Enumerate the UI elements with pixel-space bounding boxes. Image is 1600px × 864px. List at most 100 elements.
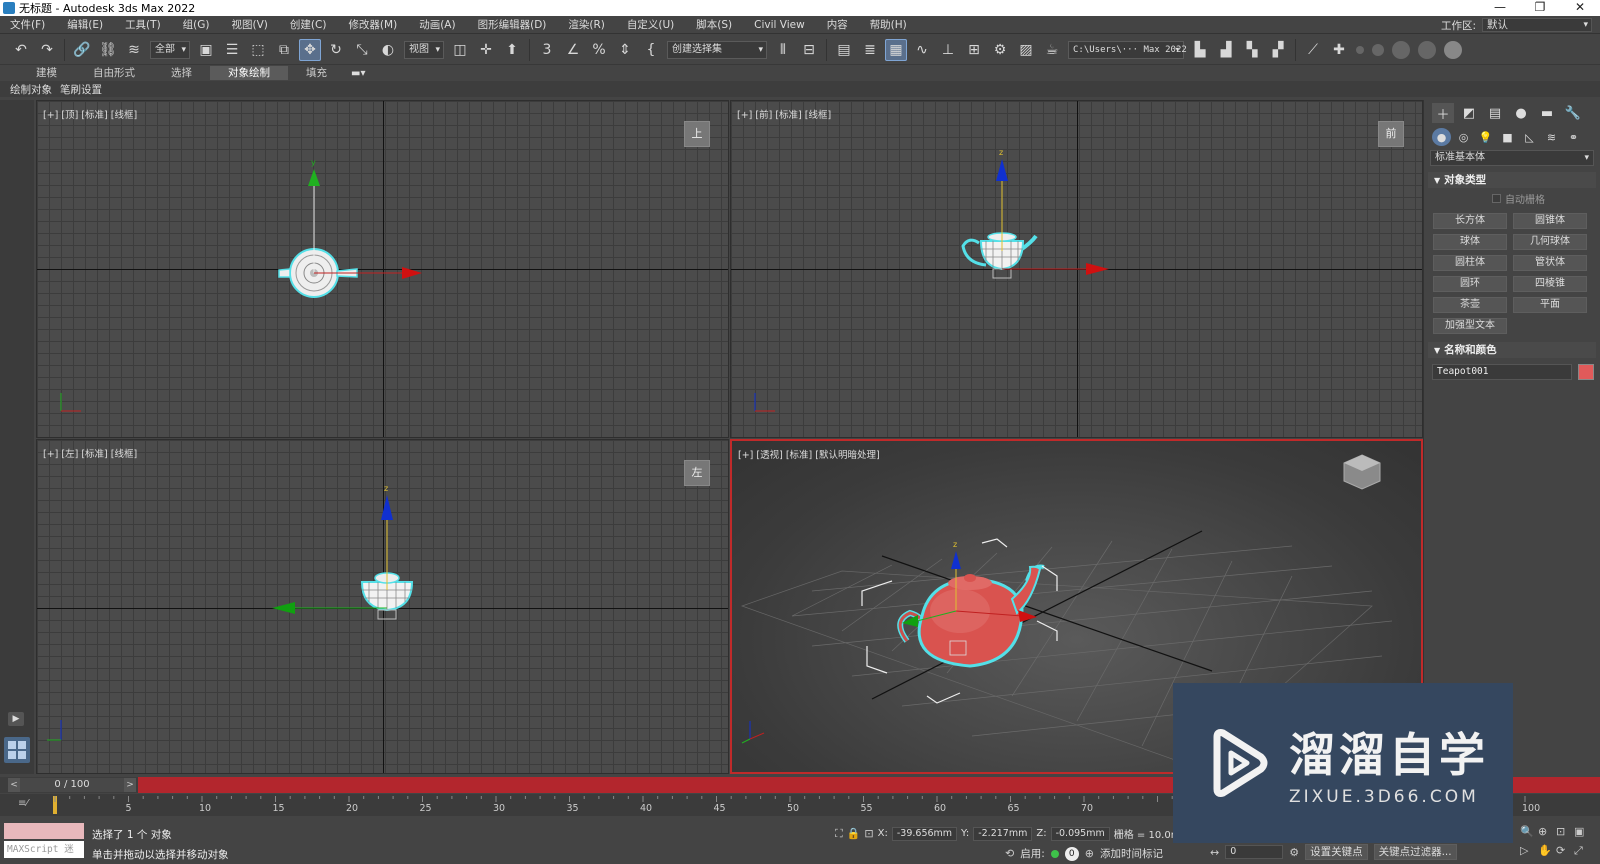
paint-objects-label[interactable]: 绘制对象 bbox=[10, 82, 52, 97]
menu-create[interactable]: 创建(C) bbox=[279, 17, 338, 32]
selection-filter-dropdown[interactable]: 全部 bbox=[150, 40, 190, 59]
object-color-swatch[interactable] bbox=[1578, 364, 1594, 380]
cameras-icon[interactable]: ■ bbox=[1498, 128, 1517, 146]
object-type-rollout[interactable]: ▼ 对象类型 bbox=[1428, 172, 1596, 188]
zero-badge-icon[interactable]: 0 bbox=[1064, 846, 1079, 861]
select-by-name-icon[interactable]: ☰ bbox=[221, 39, 243, 61]
close-button[interactable]: ✕ bbox=[1560, 0, 1600, 16]
workspace-dropdown[interactable]: 默认 bbox=[1482, 18, 1592, 32]
y-coordinate-field[interactable]: -2.217mm bbox=[973, 826, 1033, 841]
shapes-icon[interactable]: ◎ bbox=[1454, 128, 1473, 146]
orbit-icon[interactable]: ⟳ bbox=[1556, 844, 1574, 858]
new-project-icon[interactable]: ▟ bbox=[1215, 39, 1237, 61]
menu-civil-view[interactable]: Civil View bbox=[743, 19, 816, 31]
render-production-icon[interactable]: ☕ bbox=[1041, 39, 1063, 61]
schematic-view-icon[interactable]: ⊥ bbox=[937, 39, 959, 61]
space-warps-icon[interactable]: ≋ bbox=[1542, 128, 1561, 146]
cylinder-button[interactable]: 圆柱体 bbox=[1433, 255, 1507, 271]
grid-plus-icon[interactable]: ✚ bbox=[1328, 39, 1350, 61]
spinner-snap-icon[interactable]: ⇕ bbox=[614, 39, 636, 61]
autogrid-option[interactable]: 自动栅格 bbox=[1424, 188, 1600, 209]
rect-selection-region-icon[interactable]: ⬚ bbox=[247, 39, 269, 61]
curve-editor-icon[interactable]: ∿ bbox=[911, 39, 933, 61]
tab-modeling[interactable]: 建模 bbox=[18, 66, 75, 80]
keyboard-shortcut-override-icon[interactable]: ⬆ bbox=[501, 39, 523, 61]
time-slider-handle[interactable]: < 0 / 100 > bbox=[8, 778, 136, 792]
autogrid-checkbox[interactable] bbox=[1492, 194, 1501, 203]
field-of-view-icon[interactable]: ▷ bbox=[1520, 844, 1538, 858]
helpers-icon[interactable]: ◺ bbox=[1520, 128, 1539, 146]
motion-tab-icon[interactable]: ● bbox=[1510, 103, 1532, 123]
project-path-dropdown[interactable]: C:\Users\··· Max 2022 bbox=[1068, 40, 1187, 59]
sphere-button[interactable]: 球体 bbox=[1433, 234, 1507, 250]
viewport-left[interactable]: [+] [左] [标准] [线框] 左 z bbox=[36, 439, 729, 774]
named-selection-dropdown[interactable]: 创建选择集 bbox=[667, 40, 767, 59]
z-coordinate-field[interactable]: -0.095mm bbox=[1050, 826, 1110, 841]
isolate-selection-icon[interactable]: ⛶ bbox=[835, 827, 843, 841]
expand-layout-icon[interactable]: ▶ bbox=[8, 712, 24, 726]
select-object-icon[interactable]: ▣ bbox=[195, 39, 217, 61]
plane-button[interactable]: 平面 bbox=[1513, 297, 1587, 313]
zoom-extents-icon[interactable]: ⊡ bbox=[1556, 825, 1574, 838]
torus-button[interactable]: 圆环 bbox=[1433, 276, 1507, 292]
rendered-frame-window-icon[interactable]: ▨ bbox=[1015, 39, 1037, 61]
text-plus-button[interactable]: 加强型文本 bbox=[1433, 318, 1507, 334]
object-name-field[interactable]: Teapot001 bbox=[1432, 364, 1572, 380]
menu-group[interactable]: 组(G) bbox=[172, 17, 221, 32]
edit-named-selection-icon[interactable]: { bbox=[640, 39, 662, 61]
menu-scripting[interactable]: 脚本(S) bbox=[685, 17, 743, 32]
set-project-icon[interactable]: ▚ bbox=[1241, 39, 1263, 61]
tab-object-paint[interactable]: 对象绘制 bbox=[210, 66, 288, 80]
angle-snap-icon[interactable]: ∠ bbox=[562, 39, 584, 61]
menu-customize[interactable]: 自定义(U) bbox=[616, 17, 685, 32]
menu-edit[interactable]: 编辑(E) bbox=[56, 17, 114, 32]
redo-icon[interactable]: ↷ bbox=[36, 39, 58, 61]
hierarchy-tab-icon[interactable]: ▤ bbox=[1484, 103, 1506, 123]
menu-help[interactable]: 帮助(H) bbox=[859, 17, 918, 32]
maxscript-input[interactable]: MAXScript 迷 bbox=[4, 841, 84, 858]
maximize-viewport-icon[interactable]: ⤢ bbox=[1574, 844, 1592, 858]
brush-icon[interactable]: ⟋ bbox=[1302, 39, 1324, 61]
link-icon[interactable]: 🔗 bbox=[71, 39, 93, 61]
frame-counter[interactable]: 0 / 100 bbox=[20, 778, 124, 792]
teapot-button[interactable]: 茶壶 bbox=[1433, 297, 1507, 313]
menu-file[interactable]: 文件(F) bbox=[0, 17, 56, 32]
mirror-icon[interactable]: ⫴ bbox=[772, 39, 794, 61]
unlink-icon[interactable]: ⛓ bbox=[97, 39, 119, 61]
pyramid-button[interactable]: 四棱锥 bbox=[1513, 276, 1587, 292]
primitive-category-dropdown[interactable]: 标准基本体 bbox=[1430, 150, 1594, 166]
menu-graph-editors[interactable]: 图形编辑器(D) bbox=[467, 17, 558, 32]
zoom-all-icon[interactable]: ⊕ bbox=[1538, 825, 1556, 838]
select-and-scale-icon[interactable]: ⤡ bbox=[351, 39, 373, 61]
tab-selection[interactable]: 选择 bbox=[153, 66, 210, 80]
layer-explorer-icon[interactable]: ≣ bbox=[859, 39, 881, 61]
box-button[interactable]: 长方体 bbox=[1433, 213, 1507, 229]
prev-frame-button[interactable]: < bbox=[8, 778, 20, 792]
pivot-center-icon[interactable]: ◫ bbox=[449, 39, 471, 61]
pan-icon[interactable]: ✋ bbox=[1538, 844, 1556, 858]
align-icon[interactable]: ⊟ bbox=[798, 39, 820, 61]
viewport-front[interactable]: [+] [前] [标准] [线框] 前 z bbox=[730, 100, 1423, 438]
ribbon-toggle-icon[interactable]: ▦ bbox=[885, 38, 907, 61]
zoom-extents-all-icon[interactable]: ▣ bbox=[1574, 825, 1592, 838]
restore-button[interactable]: ❐ bbox=[1520, 0, 1560, 16]
selection-lock-icon[interactable]: 🔒 bbox=[847, 827, 861, 840]
select-and-place-icon[interactable]: ◐ bbox=[377, 39, 399, 61]
key-filters-button[interactable]: 关键点过滤器... bbox=[1373, 844, 1457, 860]
enable-indicator[interactable] bbox=[1050, 849, 1059, 858]
snaps-toggle-icon[interactable]: 3 bbox=[536, 39, 558, 61]
set-key-button[interactable]: 设置关键点 bbox=[1305, 844, 1368, 860]
viewport-layout-icon[interactable] bbox=[4, 737, 30, 763]
manipulate-icon[interactable]: ✛ bbox=[475, 39, 497, 61]
undo-icon[interactable]: ↶ bbox=[10, 39, 32, 61]
add-time-tag-label[interactable]: 添加时间标记 bbox=[1100, 846, 1163, 861]
menu-modifiers[interactable]: 修改器(M) bbox=[337, 17, 408, 32]
display-tab-icon[interactable]: ▬ bbox=[1536, 103, 1558, 123]
percent-snap-icon[interactable]: % bbox=[588, 39, 610, 61]
maxscript-listener[interactable]: MAXScript 迷 bbox=[4, 823, 84, 859]
menu-tools[interactable]: 工具(T) bbox=[114, 17, 172, 32]
utilities-tab-icon[interactable]: 🔧 bbox=[1562, 103, 1584, 123]
absolute-mode-icon[interactable]: ⊡ bbox=[864, 827, 873, 840]
viewport-top[interactable]: [+] [顶] [标准] [线框] 上 y bbox=[36, 100, 729, 438]
systems-icon[interactable]: ⚭ bbox=[1564, 128, 1583, 146]
